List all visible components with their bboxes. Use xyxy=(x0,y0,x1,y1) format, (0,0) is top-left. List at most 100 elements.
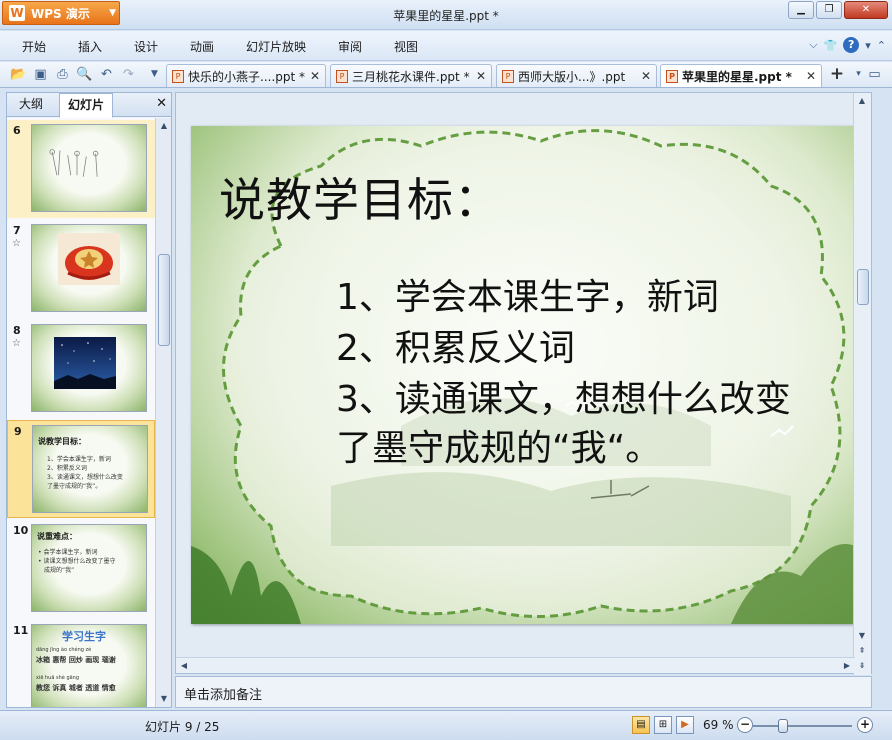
slide-canvas[interactable]: 说教学目标： 1、学会本课生字，新词 2、积累反义词 3、读通课文，想想什么改变… xyxy=(191,126,855,624)
save-icon[interactable]: ▣ xyxy=(32,66,49,83)
slide-editor: 说教学目标： 1、学会本课生字，新词 2、积累反义词 3、读通课文，想想什么改变… xyxy=(175,92,872,675)
chevron-down-icon[interactable]: ⌵ xyxy=(809,38,817,52)
scroll-up-icon[interactable]: ▲ xyxy=(156,118,172,134)
scroll-right-icon[interactable]: ▶ xyxy=(839,658,855,674)
slide-thumbnail[interactable]: 8 ☆ xyxy=(7,320,155,418)
slide-thumbnail-selected[interactable]: 9 说教学目标： 1、学会本课生字，新词 2、积累反义词 3、读通课文，想想什么… xyxy=(7,420,155,518)
doc-tab[interactable]: P 快乐的小燕子....ppt * ✕ xyxy=(166,64,326,87)
doc-tab-label: 三月桃花水课件.ppt * xyxy=(352,69,470,84)
menu-animation[interactable]: 动画 xyxy=(190,38,214,55)
doc-tab[interactable]: P 西师大版小...》.ppt ✕ xyxy=(496,64,657,87)
slide-preview xyxy=(31,224,147,312)
slide-body-line[interactable]: 3、读通课文，想想什么改变 xyxy=(336,370,791,422)
close-tab-icon[interactable]: ✕ xyxy=(476,69,486,83)
close-panel-icon[interactable]: ✕ xyxy=(156,96,167,111)
slide-thumbnail[interactable]: 11 学习生字 dāng jīng ào chéng zé 冰箱 惠帮 回炒 画… xyxy=(7,620,155,707)
tab-outline[interactable]: 大纲 xyxy=(11,93,51,117)
thumb-text-line: 了墨守成规的“我”。 xyxy=(47,483,102,490)
close-tab-icon[interactable]: ✕ xyxy=(806,69,816,83)
menu-insert[interactable]: 插入 xyxy=(78,38,102,55)
print-preview-icon[interactable]: 🔍 xyxy=(76,66,93,83)
slide-number: 11 xyxy=(13,624,29,637)
notes-field[interactable]: 单击添加备注 xyxy=(175,676,872,708)
undo-icon[interactable]: ↶ xyxy=(98,66,115,83)
next-slide-icon[interactable]: ⇟ xyxy=(854,658,870,674)
thumb-text-line: xiē huā shè gāng xyxy=(36,675,80,681)
minimize-button[interactable]: ▁ xyxy=(788,1,814,19)
close-tab-icon[interactable]: ✕ xyxy=(641,69,651,83)
chevron-down-icon[interactable]: ▾ xyxy=(865,39,871,52)
ppt-file-icon: P xyxy=(666,69,678,83)
scroll-down-icon[interactable]: ▼ xyxy=(854,628,870,644)
slide-number: 9 xyxy=(14,425,22,438)
zoom-level: 69 % xyxy=(703,718,734,732)
slide-thumbnail[interactable]: 6 xyxy=(7,120,155,218)
thumb-text-line: 教您 诉真 城者 透道 情愈 xyxy=(36,684,116,692)
doc-tab[interactable]: P 三月桃花水课件.ppt * ✕ xyxy=(330,64,492,87)
editor-vertical-scrollbar[interactable]: ▲ ▼ ⇞ ⇟ xyxy=(853,93,871,675)
print-icon[interactable]: ⎙ xyxy=(54,66,71,83)
starry-sky-image xyxy=(54,337,116,389)
collapse-ribbon-icon[interactable]: ⌃ xyxy=(877,39,886,52)
scroll-left-icon[interactable]: ◀ xyxy=(176,658,192,674)
scroll-down-icon[interactable]: ▼ xyxy=(156,691,172,707)
help-icon[interactable]: ? xyxy=(843,37,860,53)
tab-list-icon[interactable]: ▾ xyxy=(850,66,867,83)
scrollbar-thumb[interactable] xyxy=(857,269,869,305)
slide-number: 7 xyxy=(13,224,21,237)
animation-star-icon: ☆ xyxy=(12,238,21,249)
status-bar: 幻灯片 9 / 25 ▤ ⊞ ▶ 69 % − + xyxy=(0,710,892,740)
slide-body-line[interactable]: 了墨守成规的“我“。 xyxy=(336,419,661,471)
editor-horizontal-scrollbar[interactable]: ◀ ▶ xyxy=(176,657,855,673)
thumb-text-line: • 会学本课生字，新词 xyxy=(38,549,98,556)
slide-preview xyxy=(31,324,147,412)
normal-view-button[interactable]: ▤ xyxy=(632,716,650,734)
ppt-file-icon: P xyxy=(172,69,184,83)
open-icon[interactable]: 📂 xyxy=(10,66,27,83)
new-tab-button[interactable]: + xyxy=(826,65,848,85)
scrollbar-thumb[interactable] xyxy=(158,254,170,346)
zoom-in-button[interactable]: + xyxy=(857,717,873,733)
zoom-slider-knob[interactable] xyxy=(778,719,789,733)
slide-title[interactable]: 说教学目标： xyxy=(219,164,501,230)
menu-design[interactable]: 设计 xyxy=(134,38,158,55)
customize-toolbar-icon[interactable]: ▼ xyxy=(146,66,163,83)
redo-icon[interactable]: ↷ xyxy=(120,66,137,83)
tab-slides[interactable]: 幻灯片 xyxy=(59,93,114,118)
menu-review[interactable]: 审阅 xyxy=(338,38,362,55)
skin-icon[interactable]: 👕 xyxy=(824,39,838,52)
slideshow-button[interactable]: ▶ xyxy=(676,716,694,734)
slides-panel: 大纲 幻灯片 ✕ 6 7 ☆ 8 ☆ 9 说教学目标： 1、学会本课生字，新词 … xyxy=(6,92,172,708)
thumb-text-line: 冰箱 惠帮 回炒 画现 瑙谢 xyxy=(36,656,116,664)
slide-sorter-button[interactable]: ⊞ xyxy=(654,716,672,734)
thumb-title: 学习生字 xyxy=(62,630,106,643)
thumbnail-scrollbar[interactable]: ▲ ▼ xyxy=(155,118,171,707)
scroll-up-icon[interactable]: ▲ xyxy=(854,93,870,109)
ppt-file-icon: P xyxy=(502,69,514,83)
menu-view[interactable]: 视图 xyxy=(394,38,418,55)
slide-number: 8 xyxy=(13,324,21,337)
menu-slideshow[interactable]: 幻灯片放映 xyxy=(246,38,306,55)
zoom-out-button[interactable]: − xyxy=(737,717,753,733)
close-window-button[interactable]: ✕ xyxy=(844,1,888,19)
doc-tab-label: 快乐的小燕子....ppt * xyxy=(188,69,306,84)
zoom-slider[interactable] xyxy=(752,725,852,727)
window-layout-icon[interactable]: ▭ xyxy=(866,66,883,83)
slide-body-line[interactable]: 1、学会本课生字，新词 xyxy=(336,268,719,320)
maximize-button[interactable]: ❐ xyxy=(816,1,842,19)
doc-tab-active[interactable]: P 苹果里的星星.ppt * ✕ xyxy=(660,64,822,87)
menu-home[interactable]: 开始 xyxy=(22,38,46,55)
slide-body-line[interactable]: 2、积累反义词 xyxy=(336,319,575,371)
thumb-text-line: • 读课文想想什么改变了墨守 xyxy=(38,558,116,565)
slide-thumbnail-list: 6 7 ☆ 8 ☆ 9 说教学目标： 1、学会本课生字，新词 2、积累反义词 3… xyxy=(7,118,155,707)
slide-preview: 说重难点： • 会学本课生字，新词 • 读课文想想什么改变了墨守 成规的“我” xyxy=(31,524,147,612)
slide-thumbnail[interactable]: 7 ☆ xyxy=(7,220,155,318)
close-tab-icon[interactable]: ✕ xyxy=(310,69,320,83)
thumb-text-line: 1、学会本课生字，新词 xyxy=(47,456,111,463)
slide-indicator: 幻灯片 9 / 25 xyxy=(145,720,220,734)
thumb-text-line: 2、积累反义词 xyxy=(47,465,87,472)
animation-star-icon: ☆ xyxy=(12,338,21,349)
ppt-file-icon: P xyxy=(336,69,348,83)
slide-thumbnail[interactable]: 10 说重难点： • 会学本课生字，新词 • 读课文想想什么改变了墨守 成规的“… xyxy=(7,520,155,618)
previous-slide-icon[interactable]: ⇞ xyxy=(854,643,870,659)
